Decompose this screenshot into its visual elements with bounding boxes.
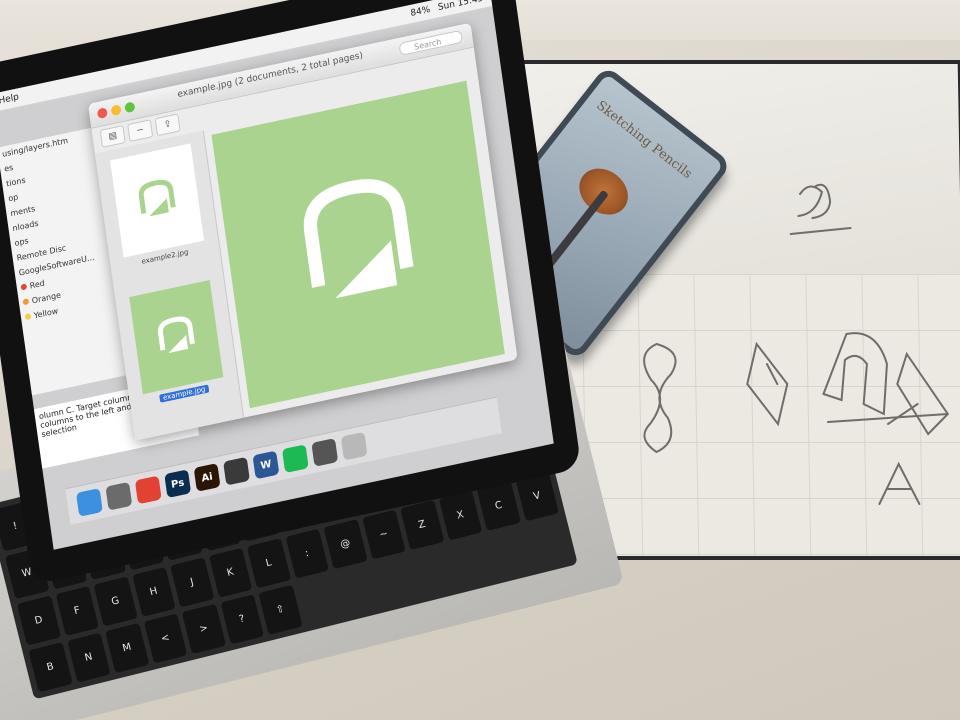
- keyboard-key[interactable]: K: [208, 547, 253, 598]
- keyboard-key[interactable]: ~: [361, 509, 406, 560]
- logo-icon: [138, 179, 176, 217]
- launchpad-icon[interactable]: [105, 481, 133, 511]
- preview-window: example.jpg (2 documents, 2 total pages)…: [87, 22, 518, 441]
- keyboard-key[interactable]: J: [169, 556, 214, 608]
- search-input[interactable]: Search: [398, 29, 464, 56]
- tag-color-icon: [22, 298, 30, 306]
- illustrator-icon[interactable]: Ai: [193, 463, 221, 492]
- tag-color-icon: [20, 283, 28, 291]
- logo-icon: [157, 316, 195, 354]
- chrome-icon[interactable]: [134, 475, 162, 505]
- keyboard-key[interactable]: L: [246, 537, 291, 589]
- thumbnail-example2[interactable]: example2.jpg: [110, 143, 206, 269]
- battery-indicator[interactable]: 84%: [410, 5, 431, 19]
- keyboard-key[interactable]: H: [131, 566, 176, 617]
- finder-sidebar-label: tions: [5, 175, 27, 189]
- keyboard-key[interactable]: X: [438, 489, 483, 541]
- finder-sidebar-label: Yellow: [33, 306, 59, 321]
- tag-color-icon: [24, 313, 32, 321]
- app-icon[interactable]: [223, 456, 250, 486]
- spotify-icon[interactable]: [281, 444, 309, 474]
- zoom-out-button[interactable]: −: [127, 119, 154, 143]
- laptop-screen: Help 84% Sun 15:45 using/layers.htm es ti…: [0, 0, 554, 550]
- finder-sidebar-label: op: [7, 192, 19, 204]
- logo-mark: [303, 179, 414, 299]
- app-icon[interactable]: [311, 438, 339, 467]
- minimize-button[interactable]: [110, 104, 122, 117]
- thumbnail-example[interactable]: example.jpg: [129, 280, 225, 406]
- keyboard-key[interactable]: ?: [219, 594, 264, 645]
- keyboard-key[interactable]: <: [143, 613, 188, 664]
- image-view[interactable]: [211, 80, 505, 409]
- keyboard-key[interactable]: G: [93, 575, 138, 627]
- keyboard-key[interactable]: D: [16, 595, 61, 646]
- finder-sidebar-label: es: [3, 162, 14, 174]
- finder-icon[interactable]: [76, 488, 103, 517]
- trash-icon[interactable]: [340, 431, 368, 461]
- keyboard-key[interactable]: ⇧: [258, 584, 303, 635]
- share-button[interactable]: ⇪: [154, 113, 181, 137]
- word-icon[interactable]: W: [252, 450, 280, 480]
- photo-scene: Sketching Pencils !"£$%^&*()_+⌫QWERTYUIO…: [0, 0, 960, 720]
- menu-clock[interactable]: Sun 15:45: [437, 0, 483, 13]
- sidebar-toggle-button[interactable]: ▤: [99, 125, 126, 148]
- keyboard-key[interactable]: @: [323, 518, 368, 569]
- keyboard-key[interactable]: :: [284, 528, 329, 579]
- finder-sidebar-label: Red: [29, 278, 46, 291]
- keyboard-key[interactable]: >: [181, 603, 226, 654]
- menu-help[interactable]: Help: [0, 92, 20, 106]
- close-button[interactable]: [96, 107, 108, 120]
- photoshop-icon[interactable]: Ps: [164, 469, 192, 499]
- thumbnail-image: [110, 143, 205, 258]
- keyboard-key[interactable]: Z: [399, 499, 444, 550]
- thumbnail-image: [129, 280, 224, 395]
- keyboard-key[interactable]: N: [66, 632, 111, 683]
- finder-sidebar-label: ops: [14, 236, 30, 248]
- keyboard-key[interactable]: F: [55, 585, 99, 636]
- keyboard-key[interactable]: M: [105, 622, 149, 674]
- zoom-button[interactable]: [124, 101, 136, 114]
- keyboard-key[interactable]: B: [28, 641, 73, 693]
